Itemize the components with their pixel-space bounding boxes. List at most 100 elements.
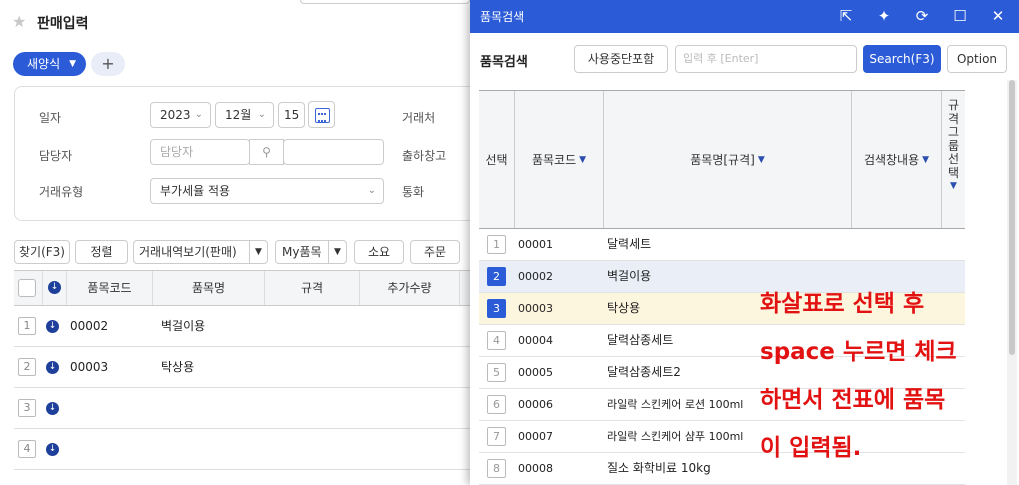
popup-search-bar: 품목검색 사용중단포함 입력 후 [Enter] Search(F3) Opti… (470, 33, 1019, 89)
item-code[interactable]: 00006 (518, 389, 553, 420)
row-code[interactable]: 00003 (70, 347, 108, 387)
item-name[interactable]: 달력삼종세트2 (607, 357, 681, 388)
staff-name-field[interactable] (283, 139, 384, 165)
calendar-icon[interactable] (308, 101, 335, 128)
year-value: 2023 (160, 108, 191, 122)
table-row[interactable]: 4 ↓ (14, 429, 470, 470)
year-select[interactable]: 2023 ⌄ (150, 102, 211, 128)
open-new-window-icon[interactable]: ⇱ (836, 6, 856, 26)
item-code[interactable]: 00003 (518, 293, 553, 324)
arrow-down-circle-icon[interactable]: ↓ (46, 402, 59, 415)
sort-down-icon: ▼ (579, 154, 587, 165)
pin-icon[interactable]: ✦ (874, 6, 894, 26)
table-row[interactable]: 3 ↓ (14, 388, 470, 429)
item-name[interactable]: 벽걸이용 (607, 261, 651, 292)
chevron-down-icon: ⌄ (194, 109, 203, 120)
item-code[interactable]: 00007 (518, 421, 553, 452)
customer-label: 거래처 (402, 111, 436, 125)
new-format-button[interactable]: 새양식 ▼ (13, 52, 86, 76)
item-code[interactable]: 00002 (518, 261, 553, 292)
favorite-star-icon[interactable]: ★ (12, 12, 26, 31)
arrow-down-circle-icon[interactable]: ↓ (48, 281, 61, 294)
col-name[interactable]: 품목명[규격] ▼ (604, 91, 852, 228)
order-button[interactable]: 주문 (410, 240, 460, 264)
header-form: 일자 2023 ⌄ 12월 ⌄ 15 거래처 담당자 담당자 ⚲ 출하창고 거래유형… (14, 86, 484, 221)
download-header-cell: ↓ (43, 271, 67, 305)
item-name[interactable]: 달력세트 (607, 229, 651, 260)
add-tab-button[interactable]: + (91, 52, 125, 76)
result-table-header: 선택 품목코드 ▼ 품목명[규격] ▼ 검색창내용 ▼ 규격그룹선택 ▼ (479, 90, 965, 229)
row-select-box[interactable]: 7 (487, 427, 506, 446)
item-name[interactable]: 라일락 스킨케어 샴푸 100ml (607, 421, 743, 452)
item-code[interactable]: 00005 (518, 357, 553, 388)
table-row[interactable]: 2 ↓ 00003 탁상용 (14, 347, 470, 388)
arrow-down-circle-icon[interactable]: ↓ (46, 443, 59, 456)
item-code[interactable]: 00008 (518, 453, 553, 484)
history-button[interactable]: 거래내역보기(판매) ▼ (133, 240, 268, 264)
row-name[interactable]: 벽걸이용 (161, 306, 205, 346)
date-label: 일자 (39, 111, 62, 125)
row-select-box[interactable]: 2 (487, 267, 506, 286)
row-select-box[interactable]: 3 (487, 299, 506, 318)
new-format-label: 새양식 (27, 57, 61, 71)
col-spec-group[interactable]: 규격그룹선택 ▼ (942, 91, 965, 228)
find-button[interactable]: 찾기(F3) (14, 240, 70, 264)
staff-input[interactable]: 담당자 (150, 139, 250, 165)
item-name[interactable]: 라일락 스킨케어 로션 100ml (607, 389, 743, 420)
arrow-down-circle-icon[interactable]: ↓ (46, 361, 59, 374)
consume-button[interactable]: 소요 (354, 240, 404, 264)
row-select-box[interactable]: 5 (487, 363, 506, 382)
item-search-input[interactable]: 입력 후 [Enter] (675, 45, 857, 73)
row-number: 1 (18, 317, 36, 335)
col-code-label: 품목코드 (531, 153, 577, 167)
chevron-down-icon[interactable]: ▼ (249, 241, 267, 263)
history-label: 거래내역보기(판매) (139, 245, 237, 259)
col-select: 선택 (479, 91, 515, 228)
trade-type-select[interactable]: 부가세율 적용 ⌄ (150, 178, 384, 204)
table-row[interactable]: 1 ↓ 00002 벽걸이용 (14, 306, 470, 347)
maximize-icon[interactable]: ☐ (950, 6, 970, 26)
col-search-window[interactable]: 검색창내용 ▼ (852, 91, 942, 228)
sort-down-icon: ▼ (922, 154, 930, 165)
list-item[interactable]: 1 00001 달력세트 (479, 229, 965, 261)
row-code[interactable]: 00002 (70, 306, 108, 346)
chevron-down-icon[interactable]: ▼ (328, 241, 346, 263)
grid-col-name: 품목명 (153, 271, 265, 305)
select-all-checkbox[interactable] (18, 279, 36, 297)
row-select-box[interactable]: 8 (487, 459, 506, 478)
item-name[interactable]: 달력삼종세트 (607, 325, 673, 356)
col-name-label: 품목명[규격] (690, 153, 755, 167)
refresh-icon[interactable]: ⟳ (912, 6, 932, 26)
search-button[interactable]: Search(F3) (863, 45, 941, 73)
annotation-line-1: 화살표로 선택 후 (760, 291, 925, 317)
annotation-line-2: space 누르면 체크 (760, 339, 957, 365)
item-code[interactable]: 00001 (518, 229, 553, 260)
chevron-down-icon: ⌄ (257, 109, 266, 120)
chevron-down-icon: ⌄ (367, 185, 376, 196)
top-search-field[interactable] (300, 0, 470, 4)
item-name[interactable]: 탁상용 (607, 293, 640, 324)
row-select-box[interactable]: 1 (487, 235, 506, 254)
row-select-box[interactable]: 4 (487, 331, 506, 350)
item-name[interactable]: 질소 화학비료 10kg (607, 453, 711, 484)
page-title: 판매입력 (37, 16, 89, 32)
staff-search-button[interactable]: ⚲ (249, 139, 284, 165)
include-discontinued-button[interactable]: 사용중단포함 (574, 45, 668, 73)
col-search-window-label: 검색창내용 (863, 153, 920, 167)
grid-col-code: 품목코드 (67, 271, 153, 305)
popup-titlebar: 품목검색 ⇱ ✦ ⟳ ☐ ✕ (470, 0, 1019, 33)
option-button[interactable]: Option (947, 45, 1007, 73)
row-select-box[interactable]: 6 (487, 395, 506, 414)
annotation-text: 화살표로 선택 후 space 누르면 체크 하면서 전표에 품목 이 입력됨. (760, 280, 1010, 472)
sort-button[interactable]: 정렬 (75, 240, 128, 264)
day-input[interactable]: 15 (278, 102, 305, 128)
row-name[interactable]: 탁상용 (161, 347, 194, 387)
item-code[interactable]: 00004 (518, 325, 553, 356)
close-icon[interactable]: ✕ (988, 6, 1008, 26)
arrow-down-circle-icon[interactable]: ↓ (46, 320, 59, 333)
trade-type-label: 거래유형 (39, 185, 84, 199)
col-spec-group-label: 규격그룹선택 (947, 98, 960, 180)
col-code[interactable]: 품목코드 ▼ (515, 91, 604, 228)
my-items-button[interactable]: My품목 ▼ (275, 240, 347, 264)
month-select[interactable]: 12월 ⌄ (215, 102, 274, 128)
